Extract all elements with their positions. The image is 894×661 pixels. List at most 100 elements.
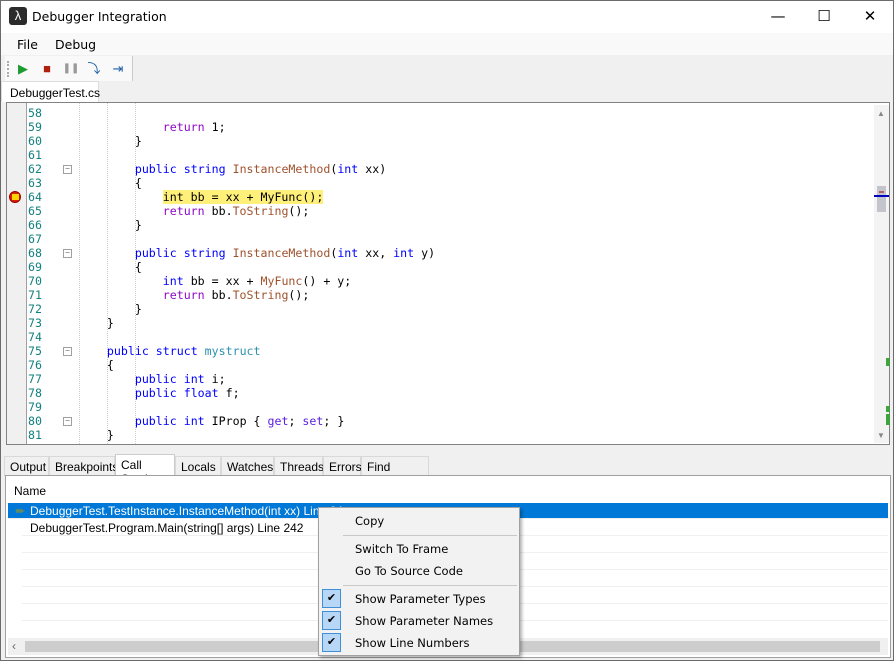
code-token: return	[162, 288, 205, 302]
code-line[interactable]: 67	[28, 232, 868, 246]
code-token: string	[183, 246, 226, 260]
minimize-button[interactable]: —	[755, 1, 801, 33]
step-into-icon[interactable]: ⤵	[85, 60, 103, 78]
breakpoint-current-icon[interactable]	[9, 191, 21, 203]
line-number: 79	[28, 400, 42, 414]
line-number: 80	[28, 414, 42, 428]
scroll-up-arrow[interactable]: ▲	[877, 109, 885, 118]
code-line[interactable]: 58	[28, 106, 868, 120]
tab-watches[interactable]: Watches	[221, 456, 274, 476]
code-line[interactable]: 64 int bb = xx + MyFunc();	[9, 190, 868, 204]
menu-item-show-parameter-types[interactable]: Show Parameter Types	[355, 592, 486, 606]
menu-item-go-to-source-code[interactable]: Go To Source Code	[355, 564, 463, 578]
code-line[interactable]: 79	[28, 400, 868, 414]
code-text: public string InstanceMethod(int xx, int…	[79, 246, 435, 260]
code-line[interactable]: 78 public float f;	[28, 386, 868, 400]
code-text: }	[79, 134, 142, 148]
fold-toggle-icon[interactable]: −	[63, 347, 72, 356]
menu-item-switch-to-frame[interactable]: Switch To Frame	[355, 542, 448, 556]
fold-toggle-icon[interactable]: −	[63, 165, 72, 174]
tab-breakpoints[interactable]: Breakpoints	[49, 456, 118, 476]
code-token: set	[302, 414, 324, 428]
code-token: mystruct	[204, 344, 261, 358]
breakpoint-gutter[interactable]	[7, 103, 27, 444]
stop-icon[interactable]: ■	[38, 60, 56, 78]
menu-item-show-line-numbers[interactable]: Show Line Numbers	[355, 636, 470, 650]
code-text: }	[79, 218, 142, 232]
code-line[interactable]: 75 − public struct mystruct	[28, 344, 868, 358]
code-token: return	[162, 120, 205, 134]
code-line[interactable]: 61	[28, 148, 868, 162]
code-token: InstanceMethod	[232, 162, 331, 176]
scroll-down-arrow[interactable]: ▼	[877, 431, 885, 440]
code-line[interactable]: 80 − public int IProp { get; set; }	[28, 414, 868, 428]
code-line[interactable]: 60 }	[28, 134, 868, 148]
code-line[interactable]: 74	[28, 330, 868, 344]
code-token: int	[393, 246, 415, 260]
code-line[interactable]: 70 int bb = xx + MyFunc() + y;	[28, 274, 868, 288]
code-line[interactable]: 71 return bb.ToString();	[28, 288, 868, 302]
fold-toggle-icon[interactable]: −	[63, 417, 72, 426]
menu-item-copy[interactable]: Copy	[355, 514, 384, 528]
code-line[interactable]: 65 return bb.ToString();	[28, 204, 868, 218]
vertical-scrollbar[interactable]: ▲ ▼	[874, 105, 890, 443]
scroll-left-arrow[interactable]: ‹	[12, 639, 16, 653]
line-number: 78	[28, 386, 42, 400]
code-line[interactable]: 77 public int i;	[28, 372, 868, 386]
step-over-icon[interactable]: ⇥	[109, 60, 127, 78]
code-line[interactable]: 72 }	[28, 302, 868, 316]
code-token: }	[79, 134, 142, 148]
code-text: {	[79, 358, 114, 372]
code-token: return	[162, 204, 205, 218]
line-number: 81	[28, 428, 42, 442]
code-line[interactable]: 73 }	[28, 316, 868, 330]
code-token: bb.	[204, 288, 233, 302]
check-icon: ✔	[322, 611, 341, 630]
tab-locals[interactable]: Locals	[175, 456, 221, 476]
code-line[interactable]: 68 − public string InstanceMethod(int xx,…	[28, 246, 868, 260]
column-header-name[interactable]: Name	[14, 484, 46, 498]
menu-file[interactable]: File	[17, 37, 38, 52]
code-token: public	[134, 386, 177, 400]
tab-errors[interactable]: Errors	[323, 456, 362, 476]
code-token: int	[337, 162, 359, 176]
run-icon[interactable]: ▶	[14, 60, 32, 78]
scroll-thumb[interactable]	[877, 186, 886, 212]
fold-toggle-icon[interactable]: −	[63, 249, 72, 258]
maximize-button[interactable]: ☐	[801, 1, 847, 33]
close-button[interactable]: ✕	[847, 1, 893, 33]
menu-item-show-parameter-names[interactable]: Show Parameter Names	[355, 614, 493, 628]
code-line[interactable]: 62 − public string InstanceMethod(int xx)	[28, 162, 868, 176]
code-line[interactable]: 76 {	[28, 358, 868, 372]
line-number: 68	[28, 246, 42, 260]
code-line[interactable]: 59 return 1;	[28, 120, 868, 134]
tab-call-stack[interactable]: Call Stack	[115, 454, 175, 486]
code-token: }	[79, 218, 142, 232]
code-editor[interactable]: 58 59 return 1; 60 } 61 62− public string In…	[6, 102, 890, 445]
code-token: ();	[288, 204, 310, 218]
code-line[interactable]: 81 }	[28, 428, 868, 442]
code-line[interactable]: 66 }	[28, 218, 868, 232]
window-title: Debugger Integration	[32, 9, 167, 24]
pause-icon[interactable]: ❚❚	[62, 60, 80, 78]
code-line[interactable]: 69 {	[28, 260, 868, 274]
code-token: struct	[155, 344, 198, 358]
tab-find-results[interactable]: Find Results	[361, 456, 429, 488]
line-number: 63	[28, 176, 42, 190]
menu-debug[interactable]: Debug	[55, 37, 96, 52]
code-token: f;	[218, 386, 240, 400]
code-line[interactable]: 63 {	[28, 176, 868, 190]
toolbar-grip[interactable]	[7, 61, 9, 77]
tab-threads[interactable]: Threads	[274, 456, 324, 476]
line-number: 65	[28, 204, 42, 218]
tab-output[interactable]: Output	[4, 456, 49, 476]
document-tab[interactable]: DebuggerTest.cs	[1, 81, 100, 102]
